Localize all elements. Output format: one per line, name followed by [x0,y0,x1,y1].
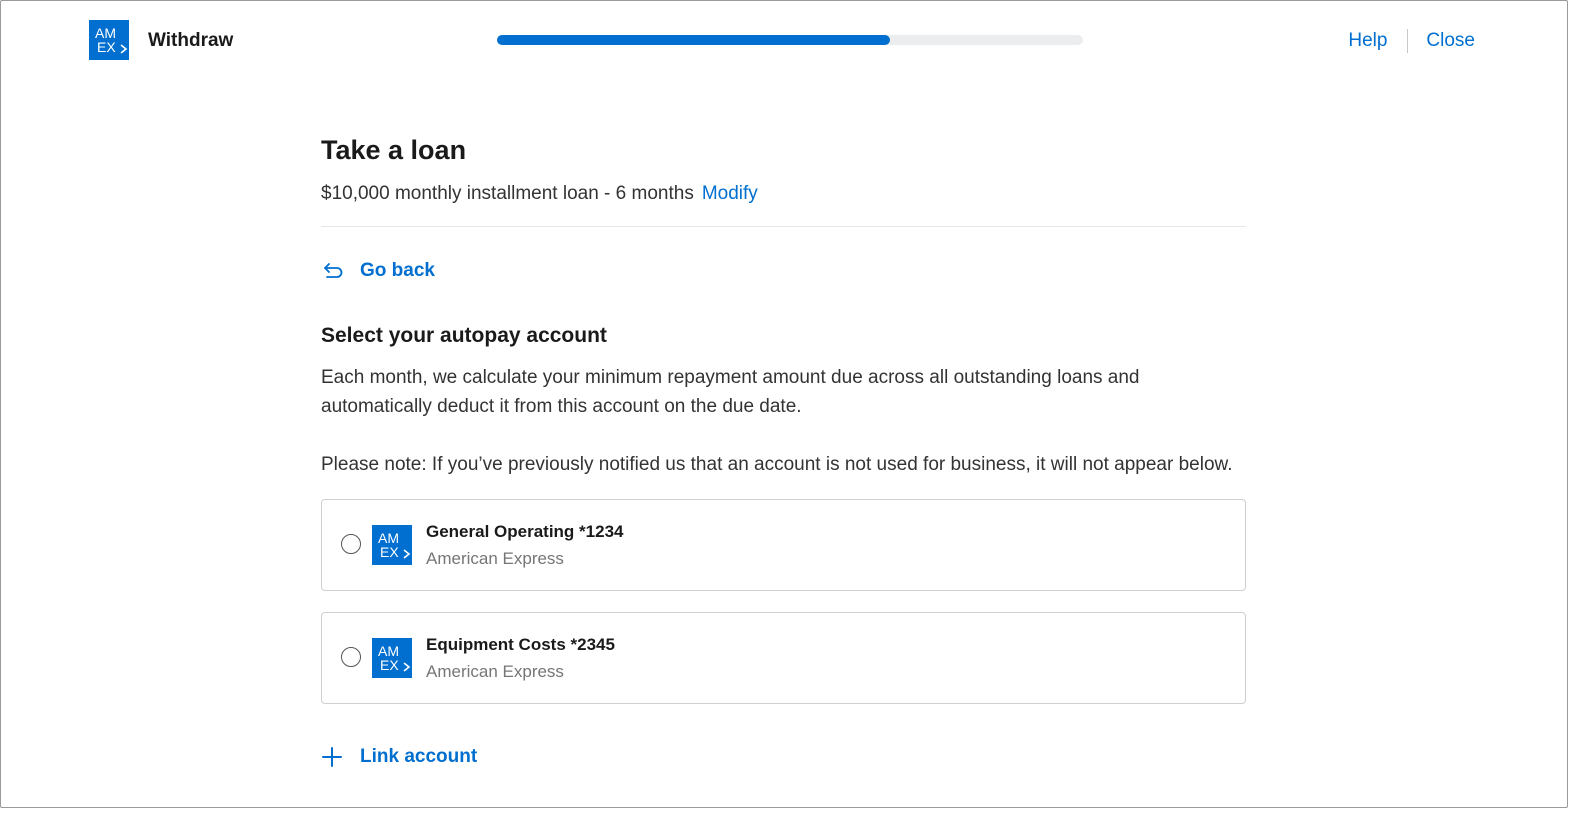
page-title: Take a loan [321,135,467,165]
svg-text:EX: EX [97,39,116,55]
account-bank: American Express [426,662,564,681]
autopay-description: Each month, we calculate your minimum re… [321,367,1140,417]
header-divider [1407,29,1409,53]
close-link[interactable]: Close [1426,29,1475,53]
radio-unchecked-icon[interactable] [341,647,361,667]
plus-icon [322,747,342,767]
loan-summary: $10,000 monthly installment loan - 6 mon… [321,182,1246,206]
account-bank: American Express [426,549,564,568]
main-content: Take a loan $10,000 monthly installment … [321,129,1246,773]
svg-text:EX: EX [380,544,399,560]
account-name: Equipment Costs *2345 [426,635,615,654]
app-window: AM EX Withdraw Help Close Take a loan $1… [0,0,1568,808]
link-account-label: Link account [360,746,478,767]
amex-logo-icon: AM EX [89,20,129,60]
amex-logo-icon: AM EX [372,525,412,565]
loan-summary-text: $10,000 monthly installment loan - 6 mon… [321,183,694,204]
go-back-link[interactable]: Go back [321,259,435,283]
return-arrow-icon [324,263,343,278]
account-option-general-operating[interactable]: AM EX General Operating *1234 American E… [321,499,1246,591]
section-title: Select your autopay account [321,324,607,347]
link-account-button[interactable]: Link account [321,745,477,769]
autopay-note: Please note: If you’ve previously notifi… [321,454,1233,475]
account-option-equipment-costs[interactable]: AM EX Equipment Costs *2345 American Exp… [321,612,1246,704]
go-back-label: Go back [360,260,435,281]
account-name: General Operating *1234 [426,522,624,541]
amex-logo-icon: AM EX [372,638,412,678]
flow-title: Withdraw [148,30,234,51]
header-links: Help Close [1348,29,1475,53]
help-link[interactable]: Help [1348,29,1387,53]
progress-bar-fill [497,35,890,45]
modify-link[interactable]: Modify [702,183,758,204]
radio-unchecked-icon[interactable] [341,534,361,554]
divider [321,226,1246,227]
progress-bar [497,35,1083,45]
header: AM EX Withdraw Help Close [1,1,1567,81]
svg-text:EX: EX [380,657,399,673]
